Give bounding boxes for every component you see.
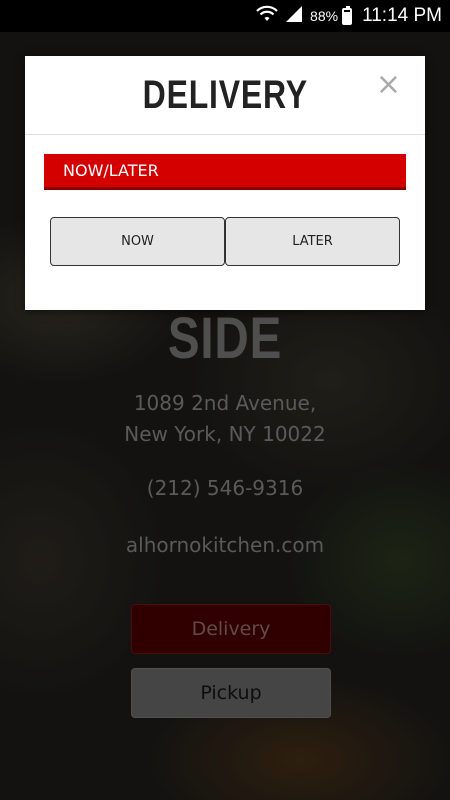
close-icon[interactable]: × [376, 70, 401, 100]
signal-icon [284, 5, 304, 28]
modal-title: DELIVERY [142, 72, 308, 117]
wifi-icon [256, 5, 278, 28]
status-bar: 88% 11:14 PM [0, 0, 450, 32]
later-button[interactable]: LATER [225, 217, 400, 266]
battery-icon [342, 5, 353, 25]
clock: 11:14 PM [362, 5, 442, 26]
section-header-now-later: NOW/LATER [44, 154, 406, 190]
modal-header: DELIVERY × [25, 56, 425, 135]
battery-percent: 88% [310, 8, 339, 24]
now-button[interactable]: NOW [50, 217, 225, 266]
delivery-modal: DELIVERY × NOW/LATER NOW LATER [25, 56, 425, 310]
